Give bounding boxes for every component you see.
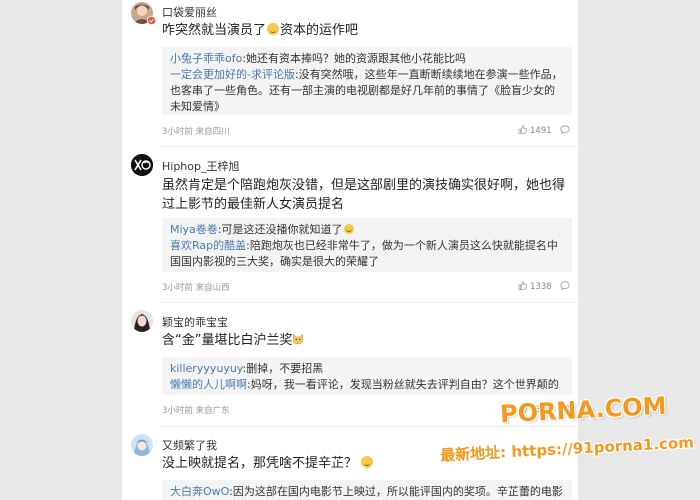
- smile-emoji-icon: [267, 23, 280, 35]
- thumbs-up-icon: [518, 125, 527, 134]
- comment-text: 含“金”量堪比白沪兰奖: [162, 331, 572, 350]
- verified-badge-icon: [147, 16, 156, 25]
- reply-text: :因为这部在国内电影节上映过，所以能评国内的奖项。辛芷蕾的电影只: [229, 485, 564, 498]
- avatar[interactable]: [131, 434, 153, 456]
- reply-username[interactable]: Miya卷卷: [170, 223, 218, 236]
- comment-text: 没上映就提名，那凭啥不提辛芷？: [162, 454, 572, 473]
- reply-text: :她还有资本捧吗？她的资源跟其他小花能比吗: [242, 52, 467, 65]
- reply-username[interactable]: 大白奔OwO: [170, 485, 229, 498]
- comment-meta: 3小时前 来自广东: [162, 406, 230, 416]
- divider: [160, 426, 578, 427]
- reply-item: 小兔子乖乖ofo:她还有资本捧吗？她的资源跟其他小花能比吗: [170, 51, 564, 67]
- reply-item: 喜欢Rap的酷盖:陪跑炮灰也已经非常牛了，做为一个新人演员这么快就能提名中国国内…: [170, 238, 564, 270]
- reply-bubble-icon[interactable]: [560, 404, 570, 413]
- comment-username[interactable]: 颖宝的乖宝宝: [162, 314, 228, 330]
- reply-box[interactable]: Miya卷卷:可是这还没播你就知道了 喜欢Rap的酷盖:陪跑炮灰也已经非常牛了，…: [162, 218, 572, 272]
- comment-text: 虽然肯定是个陪跑炮灰没错，但是这部剧里的演技确实很好啊，她也得过上影节的最佳新人…: [162, 178, 566, 212]
- divider: [160, 146, 578, 147]
- comment-text-part: 资本的运作吧: [280, 23, 359, 38]
- avatar[interactable]: [131, 310, 153, 332]
- comment-username[interactable]: 又频繁了我: [162, 437, 217, 453]
- like-button[interactable]: 1338: [518, 281, 552, 292]
- thumbs-up-icon: [518, 281, 527, 290]
- reply-item: Miya卷卷:可是这还没播你就知道了: [170, 222, 564, 238]
- comment-text: 咋突然就当演员了 资本的运作吧: [162, 21, 572, 40]
- reply-item: 一定会更加好的-求评论版:没有突然哦，这些年一直断断续续地在参演一些作品，也客串…: [170, 67, 564, 115]
- reply-text: :妈呀，我一看评论，发现当粉丝就失去评判自由？这个世界颠的: [247, 378, 559, 391]
- reply-bubble-icon[interactable]: [560, 281, 570, 290]
- reply-username[interactable]: 懒懒的人儿啊啊: [170, 378, 247, 391]
- thumbs-up-icon: [518, 404, 527, 413]
- reply-text: :删掉，不要招黑: [242, 362, 324, 375]
- reply-item: 懒懒的人儿啊啊:妈呀，我一看评论，发现当粉丝就失去评判自由？这个世界颠的: [170, 377, 564, 393]
- like-count: 1361: [530, 405, 552, 415]
- reply-username[interactable]: killeryyyuyuy: [170, 362, 243, 375]
- like-count: 1491: [530, 126, 552, 136]
- comment-meta: 3小时前 来自四川: [162, 127, 230, 137]
- reply-bubble-icon[interactable]: [560, 125, 570, 134]
- like-button[interactable]: 1361: [518, 404, 552, 415]
- reply-box[interactable]: killeryyyuyuy:删掉，不要招黑 懒懒的人儿啊啊:妈呀，我一看评论，发…: [162, 357, 572, 395]
- comment-username[interactable]: 口袋爱丽丝: [162, 4, 217, 20]
- reply-username[interactable]: 小兔子乖乖ofo: [170, 52, 242, 65]
- reply-item: killeryyyuyuy:删掉，不要招黑: [170, 361, 564, 377]
- comment-meta: 3小时前 来自山西: [162, 283, 230, 293]
- reply-box[interactable]: 大白奔OwO:因为这部在国内电影节上映过，所以能评国内的奖项。辛芷蕾的电影只: [162, 480, 572, 500]
- reply-item: 大白奔OwO:因为这部在国内电影节上映过，所以能评国内的奖项。辛芷蕾的电影只: [170, 484, 564, 500]
- divider: [160, 302, 578, 303]
- reply-username[interactable]: 一定会更加好的-求评论版: [170, 68, 295, 81]
- like-count: 1338: [530, 282, 552, 292]
- reply-box[interactable]: 小兔子乖乖ofo:她还有资本捧吗？她的资源跟其他小花能比吗 一定会更加好的-求评…: [162, 47, 572, 115]
- cat-emoji-icon: [293, 333, 304, 345]
- laugh-emoji-icon: [343, 224, 354, 234]
- comment-feed: 口袋爱丽丝 咋突然就当演员了 资本的运作吧 小兔子乖乖ofo:她还有资本捧吗？她的…: [122, 0, 578, 500]
- reply-text: :可是这还没播你就知道了: [217, 223, 343, 236]
- comment-text-part: 含“金”量堪比白沪兰奖: [162, 333, 293, 348]
- comment-text-part: 没上映就提名，那凭啥不提辛芷？: [162, 456, 358, 471]
- comment-username[interactable]: Hiphop_王梓旭: [162, 158, 240, 174]
- like-button[interactable]: 1491: [518, 125, 552, 136]
- comment-text-part: 咋突然就当演员了: [162, 23, 267, 38]
- laugh-emoji-icon: [361, 456, 374, 468]
- avatar[interactable]: [131, 154, 153, 176]
- reply-username[interactable]: 喜欢Rap的酷盖: [170, 239, 246, 252]
